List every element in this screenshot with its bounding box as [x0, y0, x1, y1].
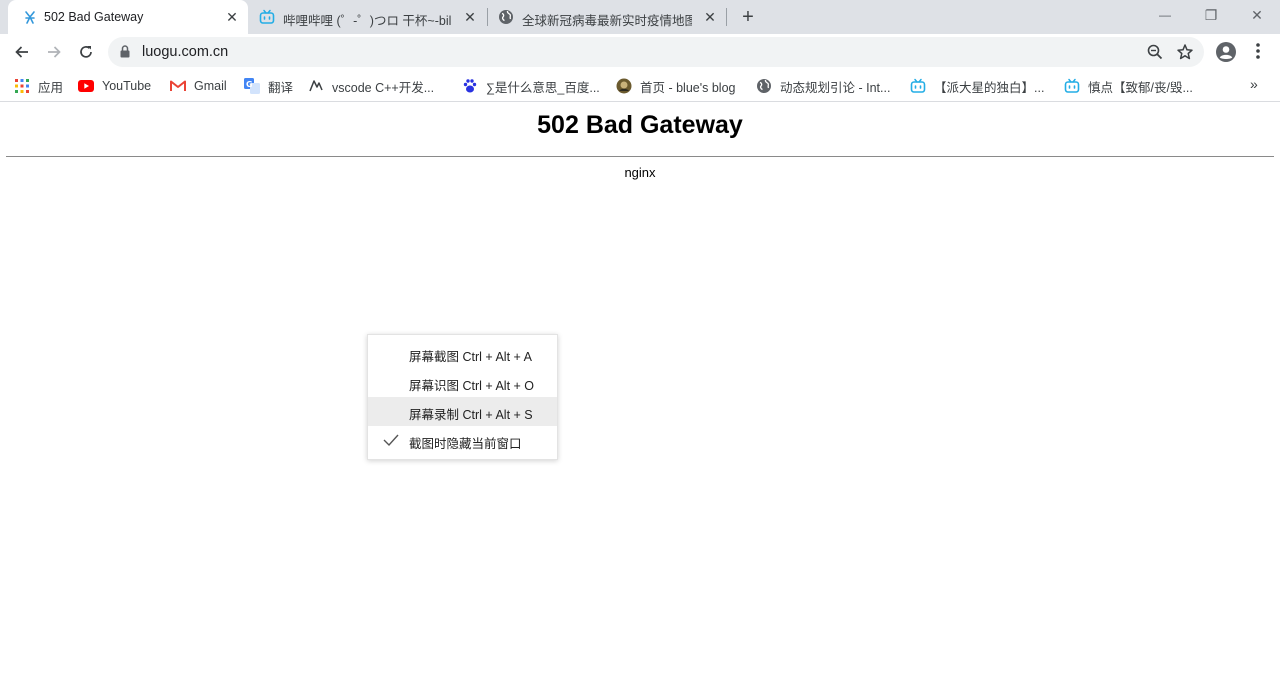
bookmark-label: 慎点【致郁/丧/毁... — [1088, 80, 1193, 95]
menu-item-label: 屏幕截图 Ctrl + Alt + A — [409, 350, 532, 364]
bookmark-youtube[interactable]: YouTube — [78, 76, 151, 96]
maximize-button[interactable]: ❐ — [1188, 4, 1234, 28]
bookmark-bilibili-2[interactable]: 慎点【致郁/丧/毁... — [1064, 76, 1193, 96]
menu-item-label: 屏幕录制 Ctrl + Alt + S — [409, 408, 533, 422]
bilibili-icon — [1064, 78, 1080, 94]
zoom-icon[interactable] — [1146, 43, 1164, 66]
globe-icon — [498, 9, 514, 25]
globe-icon — [756, 78, 772, 94]
apps-grid-icon — [14, 78, 30, 94]
page-content: 502 Bad Gateway nginx — [0, 103, 1280, 680]
menu-item-label: 屏幕识图 Ctrl + Alt + O — [409, 379, 535, 393]
minimize-button[interactable]: — — [1142, 4, 1188, 28]
tab-bilibili[interactable]: 哔哩哔哩 (゜-゜)つロ 干杯~-bilibili ✕ — [248, 0, 486, 34]
menu-item-screenshot[interactable]: 屏幕截图 Ctrl + Alt + A — [368, 339, 557, 368]
bilibili-icon — [259, 9, 275, 25]
bookmark-dp-intro[interactable]: 动态规划引论 - Int... — [756, 76, 890, 96]
bookmark-label: ∑是什么意思_百度... — [486, 80, 600, 95]
bookmark-label: 【派大星的独白】... — [934, 80, 1045, 95]
menu-item-hide-window[interactable]: 截图时隐藏当前窗口 — [368, 426, 557, 455]
youtube-icon — [78, 78, 94, 94]
bilibili-icon — [910, 78, 926, 94]
bookmark-label: 动态规划引论 - Int... — [780, 80, 891, 95]
tab-502-bad-gateway[interactable]: 502 Bad Gateway ✕ — [8, 0, 248, 34]
gmail-icon — [170, 78, 186, 94]
browser-toolbar: luogu.com.cn — [0, 34, 1280, 70]
tab-close-icon[interactable]: ✕ — [702, 9, 718, 25]
tab-title: 哔哩哔哩 (゜-゜)つロ 干杯~-bilibili — [283, 14, 451, 28]
tab-separator — [726, 8, 727, 26]
url-text[interactable]: luogu.com.cn — [142, 44, 228, 60]
bookmark-apps[interactable]: 应用 — [14, 76, 63, 96]
bookmark-label: Gmail — [194, 79, 227, 93]
bookmark-vscode[interactable]: vscode C++开发... — [308, 76, 434, 96]
avatar-icon — [616, 78, 632, 94]
new-tab-button[interactable]: + — [738, 7, 758, 27]
bookmark-label: vscode C++开发... — [332, 80, 435, 95]
forward-button[interactable] — [42, 40, 66, 64]
tab-close-icon[interactable]: ✕ — [462, 9, 478, 25]
server-name: nginx — [624, 165, 656, 180]
arrow-right-icon — [48, 46, 61, 58]
bookmarks-bar: 应用 YouTube Gmail G 翻译 vscode C++开发... ∑是… — [0, 70, 1280, 102]
profile-avatar-icon[interactable] — [1215, 41, 1237, 68]
page-heading: 502 Bad Gateway — [537, 111, 743, 139]
bookmarks-overflow-button[interactable]: » — [1250, 76, 1258, 92]
tab-covid-map[interactable]: 全球新冠病毒最新实时疫情地图 ✕ — [488, 0, 726, 34]
bookmark-baidu[interactable]: ∑是什么意思_百度... — [462, 76, 600, 96]
tab-strip: 502 Bad Gateway ✕ 哔哩哔哩 (゜-゜)つロ 干杯~-bilib… — [0, 0, 1280, 34]
checkmark-icon — [383, 433, 399, 450]
screenshot-context-menu: 屏幕截图 Ctrl + Alt + A 屏幕识图 Ctrl + Alt + O … — [367, 334, 558, 460]
vscode-icon — [308, 78, 324, 94]
bookmark-label: 应用 — [38, 80, 64, 95]
close-window-button[interactable]: ✕ — [1234, 4, 1280, 28]
divider — [6, 156, 1274, 157]
bookmark-translate[interactable]: G 翻译 — [244, 76, 293, 96]
bookmark-bilibili-1[interactable]: 【派大星的独白】... — [910, 76, 1044, 96]
tab-title: 全球新冠病毒最新实时疫情地图 — [522, 14, 692, 28]
menu-item-screen-record[interactable]: 屏幕录制 Ctrl + Alt + S — [368, 397, 557, 426]
bookmark-star-icon[interactable] — [1176, 43, 1194, 66]
lock-icon[interactable] — [120, 45, 130, 63]
baidu-paw-icon — [462, 78, 478, 94]
arrow-left-icon — [15, 46, 28, 58]
tab-close-icon[interactable]: ✕ — [224, 9, 240, 25]
bookmark-label: 首页 - blue's blog — [640, 80, 736, 95]
menu-item-label: 截图时隐藏当前窗口 — [409, 437, 522, 451]
menu-item-image-recognition[interactable]: 屏幕识图 Ctrl + Alt + O — [368, 368, 557, 397]
svg-text:G: G — [246, 80, 253, 89]
bookmark-label: YouTube — [102, 79, 152, 93]
address-bar[interactable]: luogu.com.cn — [108, 37, 1204, 67]
reload-button[interactable] — [74, 40, 98, 64]
bookmark-gmail[interactable]: Gmail — [170, 76, 227, 96]
browser-menu-icon[interactable] — [1250, 41, 1266, 66]
tab-title: 502 Bad Gateway — [44, 10, 144, 24]
bookmark-label: 翻译 — [268, 80, 294, 95]
reload-icon — [80, 46, 92, 58]
back-button[interactable] — [10, 40, 34, 64]
translate-icon: G — [244, 78, 260, 94]
bookmark-blue-blog[interactable]: 首页 - blue's blog — [616, 76, 735, 96]
luogu-icon — [22, 9, 38, 25]
